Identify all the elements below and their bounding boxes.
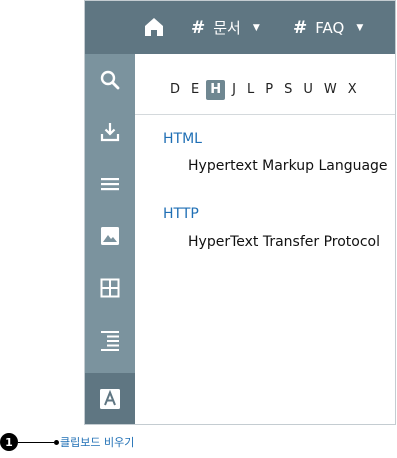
index-letter-e[interactable]: E xyxy=(187,80,203,100)
nav-menu-docs[interactable]: # 문서 ▼ xyxy=(191,1,260,54)
nav-menu-faq[interactable]: # FAQ ▼ xyxy=(293,1,363,54)
caret-down-icon: ▼ xyxy=(252,22,260,33)
list-icon xyxy=(101,178,119,191)
callout-annotation: 1 클립보드 비우기 xyxy=(0,432,200,452)
image-icon xyxy=(101,227,119,245)
sidebar-font-button[interactable] xyxy=(85,373,135,424)
sidebar-image-button[interactable] xyxy=(85,210,135,262)
glossary-content: D E H J L P S U W X HTML Hypertext Marku… xyxy=(135,54,395,424)
index-letter-l[interactable]: L xyxy=(243,80,258,100)
glossary-term[interactable]: HTTP xyxy=(163,206,199,222)
callout-leader-line xyxy=(18,441,54,443)
index-letter-s[interactable]: S xyxy=(280,80,296,100)
search-icon xyxy=(100,70,120,90)
align-right-icon xyxy=(101,331,119,351)
hash-icon: # xyxy=(191,17,206,38)
glossary-term[interactable]: HTML xyxy=(163,131,202,147)
glossary-definition: Hypertext Markup Language xyxy=(188,158,388,174)
top-nav-bar: # 문서 ▼ # FAQ ▼ xyxy=(85,1,395,54)
sidebar-align-button[interactable] xyxy=(85,314,135,366)
glossary-window: # 문서 ▼ # FAQ ▼ D E H J L P S U W X HTML … xyxy=(84,0,396,425)
index-letter-j[interactable]: J xyxy=(228,80,240,100)
sidebar-list-button[interactable] xyxy=(85,158,135,210)
download-icon xyxy=(100,123,120,142)
index-letter-d[interactable]: D xyxy=(166,80,184,100)
callout-number-badge: 1 xyxy=(0,433,18,451)
sidebar-grid-button[interactable] xyxy=(85,262,135,314)
glossary-definition: HyperText Transfer Protocol xyxy=(188,234,380,250)
callout-label: 클립보드 비우기 xyxy=(60,436,135,449)
nav-menu-docs-label: 문서 xyxy=(213,19,241,37)
sidebar-download-button[interactable] xyxy=(85,106,135,158)
home-icon[interactable] xyxy=(143,16,165,38)
index-letter-x[interactable]: X xyxy=(344,80,361,100)
hash-icon: # xyxy=(293,17,308,38)
callout-dot xyxy=(54,439,59,445)
sidebar-search-button[interactable] xyxy=(85,54,135,106)
divider xyxy=(135,114,395,115)
font-icon xyxy=(100,389,120,409)
alphabet-index: D E H J L P S U W X xyxy=(166,79,364,101)
index-letter-w[interactable]: W xyxy=(320,80,341,100)
index-letter-u[interactable]: U xyxy=(299,80,317,100)
caret-down-icon: ▼ xyxy=(356,22,364,33)
sidebar xyxy=(85,54,135,424)
index-letter-h[interactable]: H xyxy=(206,80,226,100)
index-letter-p[interactable]: P xyxy=(261,80,277,100)
nav-menu-faq-label: FAQ xyxy=(315,18,345,37)
grid-icon xyxy=(100,278,120,298)
